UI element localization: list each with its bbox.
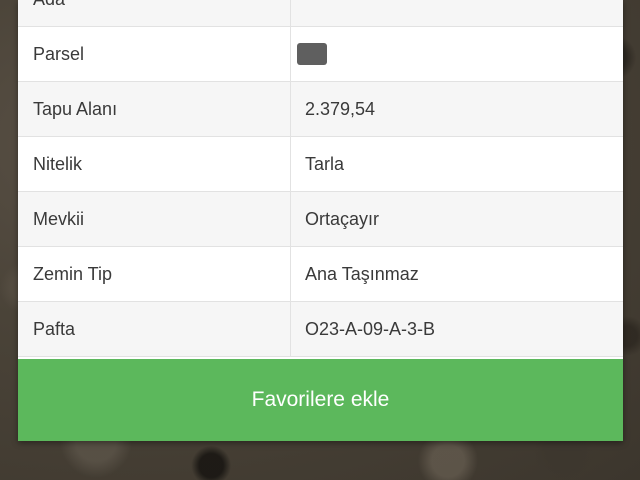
table-row-parsel: Parsel [18,27,623,82]
parcel-details-table: Ada Parsel Tapu Alanı 2.379,54 Nitelik T… [18,0,623,357]
table-row-zemin-tip: Zemin Tip Ana Taşınmaz [18,247,623,302]
row-label: Parsel [18,27,291,81]
add-to-favorites-button[interactable]: Favorilere ekle [18,359,623,441]
table-row-ada: Ada [18,0,623,27]
row-label: Zemin Tip [18,247,291,301]
table-row-nitelik: Nitelik Tarla [18,137,623,192]
row-label: Ada [18,0,291,26]
row-value [291,27,623,81]
table-row-tapu-alani: Tapu Alanı 2.379,54 [18,82,623,137]
row-value: Ortaçayır [305,208,380,229]
row-value: 2.379,54 [305,98,376,119]
row-label: Nitelik [18,137,291,191]
row-label: Tapu Alanı [18,82,291,136]
row-label: Pafta [18,302,291,356]
row-value: Tarla [305,153,345,174]
redacted-value [297,43,327,65]
parcel-info-card: Ada Parsel Tapu Alanı 2.379,54 Nitelik T… [18,0,623,441]
table-row-mevkii: Mevkii Ortaçayır [18,192,623,247]
row-value: O23-A-09-A-3-B [305,318,436,339]
row-value: Ana Taşınmaz [305,263,419,284]
row-value [291,0,623,26]
row-label: Mevkii [18,192,291,246]
table-row-pafta: Pafta O23-A-09-A-3-B [18,302,623,357]
